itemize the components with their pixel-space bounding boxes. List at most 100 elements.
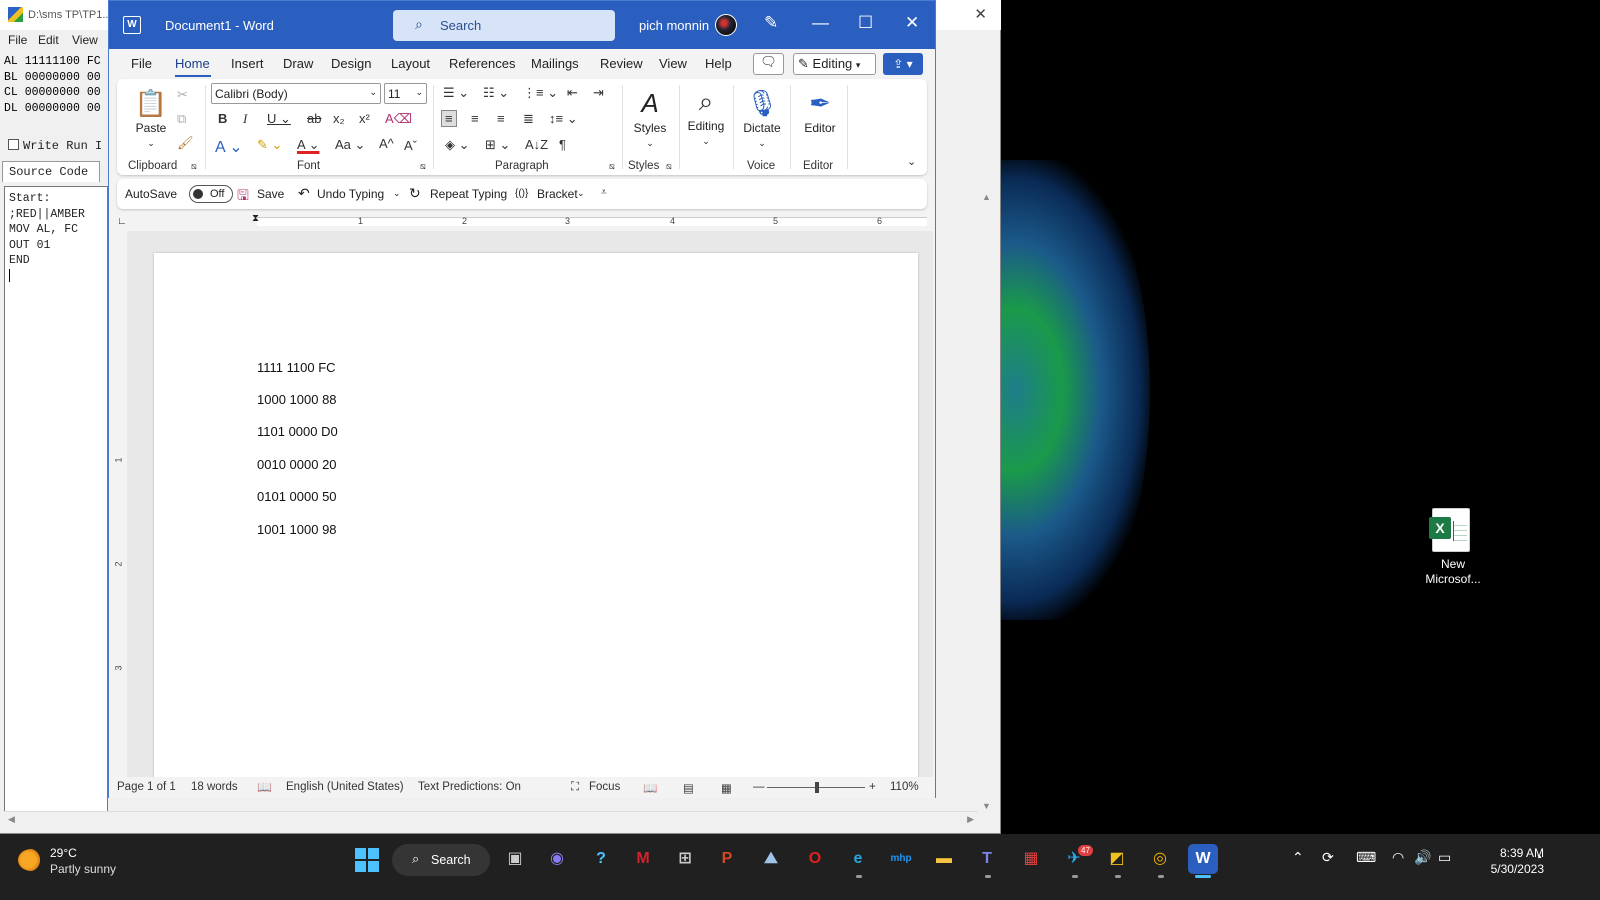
collapse-ribbon-icon[interactable]: ⌄ xyxy=(907,155,916,168)
hp-icon[interactable]: mhp xyxy=(886,844,916,874)
help-icon[interactable]: ? xyxy=(586,844,616,874)
powerpoint-icon[interactable]: P xyxy=(712,844,742,874)
write-run-checkbox[interactable]: Write Run I xyxy=(8,139,102,153)
tab-review[interactable]: Review xyxy=(600,56,643,71)
paste-button[interactable]: 📋 Paste ⌄ xyxy=(129,85,173,149)
borders-icon[interactable]: ⊞ ⌄ xyxy=(485,137,510,153)
maximize-icon[interactable]: ☐ xyxy=(858,13,873,33)
align-center-icon[interactable]: ≡ xyxy=(471,111,479,126)
editing-button[interactable]: ⌕ Editing ⌄ xyxy=(683,83,729,147)
teams-icon[interactable]: T xyxy=(972,844,1002,874)
dialog-launcher-icon[interactable]: ⧅ xyxy=(666,161,672,172)
share-button[interactable]: ⇪ ▾ xyxy=(883,53,923,75)
menu-edit[interactable]: Edit xyxy=(38,33,59,47)
volume-icon[interactable]: 🔊 xyxy=(1414,849,1431,866)
comments-button[interactable]: 🗨 xyxy=(753,53,784,75)
taskbar-search[interactable]: ⌕ Search xyxy=(392,844,490,876)
tab-help[interactable]: Help xyxy=(705,56,732,71)
repeat-icon[interactable]: ↻ xyxy=(409,185,421,202)
tab-selector-icon[interactable]: ∟ xyxy=(117,216,127,227)
multilevel-list-icon[interactable]: ⋮≡ ⌄ xyxy=(523,85,558,101)
document-page[interactable]: 1111 1100 FC 1000 1000 88 1101 0000 D0 0… xyxy=(154,253,918,777)
shading-icon[interactable]: ◈ ⌄ xyxy=(445,137,470,153)
battery-icon[interactable]: ▭ xyxy=(1438,849,1451,866)
tab-references[interactable]: References xyxy=(449,56,515,71)
zoom-level[interactable]: 110% xyxy=(890,781,919,793)
photos-icon[interactable]: ⛰ xyxy=(756,844,786,874)
bullets-icon[interactable]: ☰ ⌄ xyxy=(443,85,469,101)
print-layout-icon[interactable]: ▤ xyxy=(683,781,694,795)
editing-mode-button[interactable]: ✎ Editing ▾ xyxy=(793,53,876,75)
indent-marker-icon[interactable]: ⧗ xyxy=(252,213,259,224)
file-explorer-icon[interactable]: ▬ xyxy=(929,844,959,874)
excel-file-icon[interactable]: X xyxy=(1429,508,1470,552)
notification-icon[interactable]: ◔ xyxy=(1534,849,1542,865)
zoom-in-icon[interactable]: + xyxy=(869,781,876,793)
document-line[interactable]: 0010 0000 20 xyxy=(257,457,337,472)
tab-view[interactable]: View xyxy=(659,56,687,71)
user-name[interactable]: pich monnin xyxy=(639,18,709,33)
minimize-icon[interactable]: — xyxy=(812,13,829,33)
dictate-button[interactable]: 🎙 Dictate ⌄ xyxy=(739,85,785,149)
save-icon[interactable]: 🖫 xyxy=(237,185,249,209)
read-mode-icon[interactable]: 📖 xyxy=(643,781,657,795)
cut-icon[interactable]: ✂ xyxy=(177,87,188,103)
document-line[interactable]: 1000 1000 88 xyxy=(257,392,337,407)
scroll-down-icon[interactable]: ▼ xyxy=(982,801,991,811)
strikethrough-icon[interactable]: ab xyxy=(307,111,321,126)
show-formatting-icon[interactable]: ¶ xyxy=(559,137,566,152)
editor-button[interactable]: ✒ Editor xyxy=(797,85,843,135)
chevron-up-icon[interactable]: ⌃ xyxy=(1292,849,1304,866)
dialog-launcher-icon[interactable]: ⧅ xyxy=(420,161,426,172)
italic-icon[interactable]: I xyxy=(243,111,247,127)
word-count[interactable]: 18 words xyxy=(191,781,238,793)
vertical-scrollbar[interactable]: ▲ ▼ xyxy=(976,186,996,811)
document-line[interactable]: 1111 1100 FC xyxy=(257,360,336,375)
sync-icon[interactable]: ⟳ xyxy=(1322,849,1334,866)
tab-design[interactable]: Design xyxy=(331,56,371,71)
scroll-up-icon[interactable]: ▲ xyxy=(982,192,991,202)
tab-file[interactable]: File xyxy=(131,56,152,71)
line-spacing-icon[interactable]: ↕≡ ⌄ xyxy=(549,111,578,127)
subscript-icon[interactable]: x₂ xyxy=(333,111,345,126)
document-canvas[interactable]: 1111 1100 FC 1000 1000 88 1101 0000 D0 0… xyxy=(127,231,933,777)
start-button[interactable] xyxy=(355,848,379,872)
copy-icon[interactable]: ⧉ xyxy=(177,111,186,127)
desktop-icon-label[interactable]: New Microsof... xyxy=(1414,557,1492,587)
sms-simulator-icon[interactable]: ◩ xyxy=(1102,844,1132,874)
chevron-down-icon[interactable]: ⌄ xyxy=(577,188,585,199)
bracket-label[interactable]: Bracket xyxy=(537,187,578,201)
text-effects-icon[interactable]: A ⌄ xyxy=(215,137,243,157)
shrink-font-icon[interactable]: Aˇ xyxy=(404,138,417,153)
scroll-left-icon[interactable]: ◀ xyxy=(8,814,15,825)
horizontal-ruler[interactable]: ∟ ⧗ 1 2 3 4 5 6 xyxy=(109,213,935,231)
avatar[interactable] xyxy=(715,14,737,36)
mcafee-icon[interactable]: M xyxy=(628,844,658,874)
chevron-down-icon[interactable]: ⌄ xyxy=(393,188,401,199)
document-line[interactable]: 1101 0000 D0 xyxy=(257,424,338,439)
align-right-icon[interactable]: ≡ xyxy=(497,111,505,126)
dialog-launcher-icon[interactable]: ⧅ xyxy=(609,161,615,172)
edge-icon[interactable]: e xyxy=(843,844,873,874)
menu-file[interactable]: File xyxy=(8,33,27,47)
menu-view[interactable]: View xyxy=(72,33,98,47)
scroll-right-icon[interactable]: ▶ xyxy=(967,814,974,825)
designer-pen-icon[interactable]: ✎ xyxy=(764,13,778,33)
document-line[interactable]: 1001 1000 98 xyxy=(257,522,337,537)
tab-layout[interactable]: Layout xyxy=(391,56,430,71)
tab-mailings[interactable]: Mailings xyxy=(531,56,579,71)
text-predictions[interactable]: Text Predictions: On xyxy=(418,781,521,793)
tab-insert[interactable]: Insert xyxy=(231,56,264,71)
grow-font-icon[interactable]: A^ xyxy=(379,136,394,151)
focus-icon[interactable]: ⛶ xyxy=(571,781,579,794)
tab-source-code[interactable]: Source Code xyxy=(2,161,100,182)
word-taskbar-icon[interactable]: W xyxy=(1188,844,1218,874)
underline-icon[interactable]: U ⌄ xyxy=(267,111,291,127)
repeat-label[interactable]: Repeat Typing xyxy=(430,187,507,201)
styles-button[interactable]: A Styles ⌄ xyxy=(629,85,671,149)
tab-draw[interactable]: Draw xyxy=(283,56,313,71)
zoom-slider-thumb[interactable] xyxy=(815,782,819,793)
autosave-toggle[interactable]: Off xyxy=(189,185,233,203)
store-icon[interactable]: ⊞ xyxy=(670,844,700,874)
superscript-icon[interactable]: x² xyxy=(359,111,370,126)
